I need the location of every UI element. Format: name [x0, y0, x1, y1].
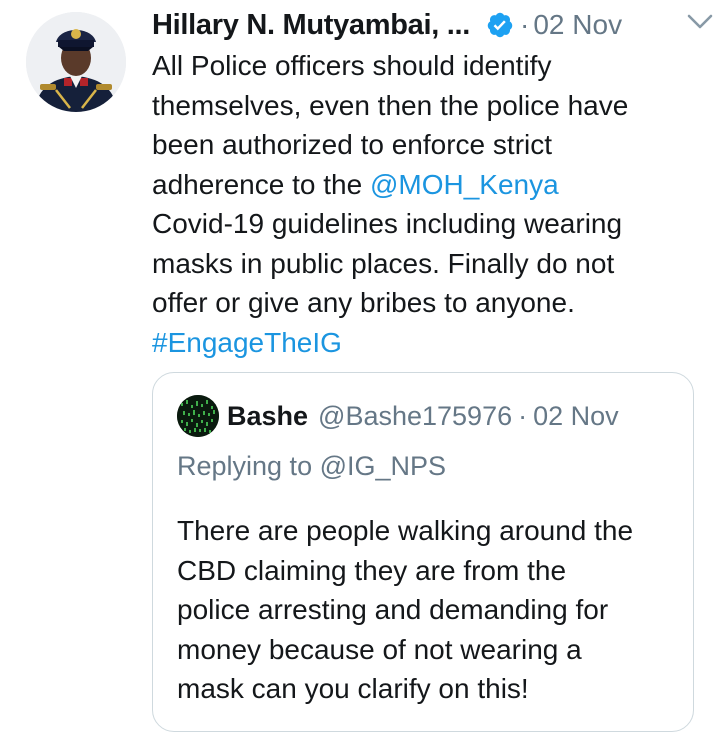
quoted-text-line: There are people walking around the [177, 515, 634, 546]
police-officer-avatar-icon [26, 12, 126, 112]
quoted-text-line: CBD claiming they are from the [177, 554, 567, 586]
tweet-text-line: All Police officers should identify [152, 50, 552, 81]
quoted-text-line: police arresting and demanding for [177, 594, 609, 625]
tweet-text-line: been authorized to enforce strict [152, 129, 553, 160]
quoted-author-handle[interactable]: @Bashe175976 [318, 401, 512, 432]
tweet-text: All Police officers should identify them… [152, 46, 700, 362]
quoted-text-line: mask can you clarify on this! [177, 673, 529, 704]
quoted-text-line: money because of not wearing a [177, 633, 582, 665]
chevron-down-icon[interactable] [686, 10, 714, 32]
quoted-author-avatar[interactable] [177, 395, 219, 437]
author-name[interactable]: Hillary N. Mutyambai, ... [152, 9, 470, 42]
author-avatar[interactable] [26, 12, 126, 112]
quoted-tweet-header: Bashe @Bashe175976 · 02 Nov [227, 395, 619, 437]
tweet-text-line: offer or give any bribes to anyone. [152, 287, 575, 318]
hashtag-link[interactable]: #EngageTheIG [152, 323, 700, 363]
header-separator: · [520, 9, 530, 40]
tweet-text-line: masks in public places. Finally do not [152, 247, 615, 279]
tweet[interactable]: Hillary N. Mutyambai, ... · 02 Nov All P… [0, 0, 720, 732]
matrix-code-avatar-icon [177, 395, 219, 437]
mention-link[interactable]: @MOH_Kenya [370, 169, 559, 200]
tweet-text-line: themselves, even then the police have [152, 89, 629, 121]
quoted-tweet-text: There are people walking around the CBD … [177, 511, 687, 709]
verified-badge-icon [487, 12, 513, 38]
tweet-text-line: adherence to the @MOH_Kenya [152, 165, 700, 205]
quoted-author-name[interactable]: Bashe [227, 401, 308, 432]
tweet-text-line: Covid-19 guidelines including wearing [152, 208, 623, 239]
tweet-text-segment: adherence to the [152, 168, 370, 200]
quoted-header-separator: · [518, 400, 528, 431]
tweet-header: Hillary N. Mutyambai, ... · 02 Nov [152, 4, 702, 46]
replying-to-label: Replying to @IG_NPS [177, 451, 447, 481]
quoted-tweet[interactable]: Bashe @Bashe175976 · 02 Nov Replying to … [152, 372, 694, 732]
tweet-timestamp[interactable]: 02 Nov [533, 9, 622, 41]
quoted-tweet-timestamp[interactable]: 02 Nov [533, 401, 619, 432]
